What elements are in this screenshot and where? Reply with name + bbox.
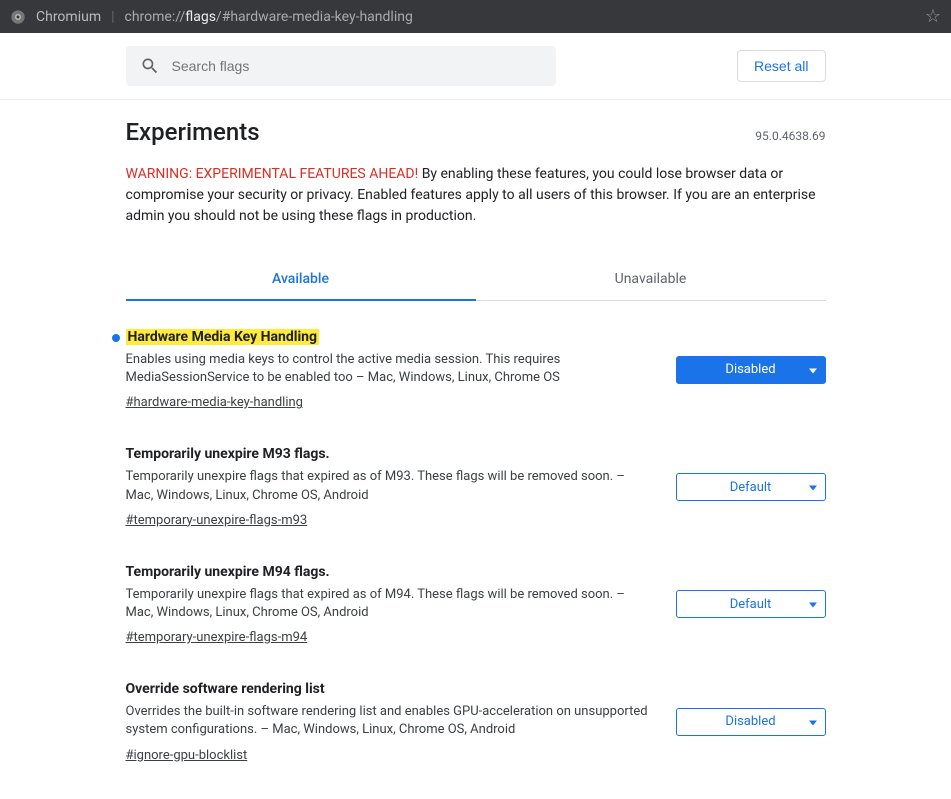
version-label: 95.0.4638.69 bbox=[755, 129, 825, 143]
flag-body: Temporarily unexpire M93 flags. Temporari… bbox=[126, 446, 652, 527]
flag-description: Temporarily unexpire flags that expired … bbox=[126, 586, 652, 622]
address-separator: | bbox=[111, 9, 114, 25]
url-path: /#hardware-media-key-handling bbox=[216, 9, 413, 25]
warning-lead: WARNING: EXPERIMENTAL FEATURES AHEAD! bbox=[126, 166, 419, 182]
url-prefix: chrome:// bbox=[125, 9, 186, 25]
flag-title: Override software rendering list bbox=[126, 681, 325, 697]
flag-anchor-link[interactable]: #temporary-unexpire-flags-m93 bbox=[126, 513, 308, 528]
address-bar: Chromium | chrome://flags/#hardware-medi… bbox=[0, 0, 951, 33]
tab-unavailable[interactable]: Unavailable bbox=[476, 259, 826, 300]
flag-select[interactable]: Disabled bbox=[676, 708, 826, 736]
flag-body: Hardware Media Key Handling Enables using… bbox=[126, 329, 652, 410]
flags-list: Hardware Media Key Handling Enables using… bbox=[126, 329, 826, 763]
flag-select[interactable]: Disabled bbox=[676, 356, 826, 384]
flag-control: Disabled bbox=[676, 329, 826, 410]
search-icon bbox=[140, 56, 160, 76]
flag-title: Temporarily unexpire M94 flags. bbox=[126, 564, 330, 580]
flag-body: Override software rendering list Override… bbox=[126, 681, 652, 762]
flag-select-value: Disabled bbox=[685, 714, 817, 729]
top-toolbar: Reset all bbox=[0, 33, 951, 100]
chrome-icon bbox=[10, 9, 26, 25]
browser-label: Chromium bbox=[36, 9, 101, 25]
flag-select-value: Disabled bbox=[685, 362, 817, 377]
flag-anchor-link[interactable]: #ignore-gpu-blocklist bbox=[126, 748, 248, 763]
flag-item: Hardware Media Key Handling Enables using… bbox=[126, 329, 826, 410]
tab-available[interactable]: Available bbox=[126, 259, 476, 301]
bookmark-star-icon[interactable]: ☆ bbox=[925, 6, 941, 27]
flag-select-value: Default bbox=[685, 480, 817, 495]
flag-item: Override software rendering list Override… bbox=[126, 681, 826, 762]
flag-body: Temporarily unexpire M94 flags. Temporari… bbox=[126, 564, 652, 645]
flag-description: Overrides the built-in software renderin… bbox=[126, 703, 652, 739]
flag-title: Hardware Media Key Handling bbox=[126, 329, 320, 345]
flag-title: Temporarily unexpire M93 flags. bbox=[126, 446, 330, 462]
flag-select-value: Default bbox=[685, 597, 817, 612]
url-host: flags bbox=[185, 9, 216, 25]
tabs: Available Unavailable bbox=[126, 259, 826, 301]
modified-dot-icon bbox=[112, 334, 120, 342]
search-box[interactable] bbox=[126, 46, 556, 86]
flag-anchor-link[interactable]: #hardware-media-key-handling bbox=[126, 395, 303, 410]
flag-select[interactable]: Default bbox=[676, 590, 826, 618]
page-title: Experiments bbox=[126, 118, 260, 146]
flag-control: Default bbox=[676, 564, 826, 645]
flag-control: Default bbox=[676, 446, 826, 527]
flag-anchor-link[interactable]: #temporary-unexpire-flags-m94 bbox=[126, 630, 308, 645]
flag-description: Temporarily unexpire flags that expired … bbox=[126, 468, 652, 504]
flag-control: Disabled bbox=[676, 681, 826, 762]
search-input[interactable] bbox=[172, 58, 542, 74]
flag-description: Enables using media keys to control the … bbox=[126, 351, 652, 387]
reset-all-button[interactable]: Reset all bbox=[737, 50, 825, 82]
address-url[interactable]: chrome://flags/#hardware-media-key-handl… bbox=[125, 9, 413, 25]
flag-select[interactable]: Default bbox=[676, 473, 826, 501]
warning-text: WARNING: EXPERIMENTAL FEATURES AHEAD! By… bbox=[126, 164, 826, 227]
flag-item: Temporarily unexpire M94 flags. Temporari… bbox=[126, 564, 826, 645]
flag-item: Temporarily unexpire M93 flags. Temporari… bbox=[126, 446, 826, 527]
